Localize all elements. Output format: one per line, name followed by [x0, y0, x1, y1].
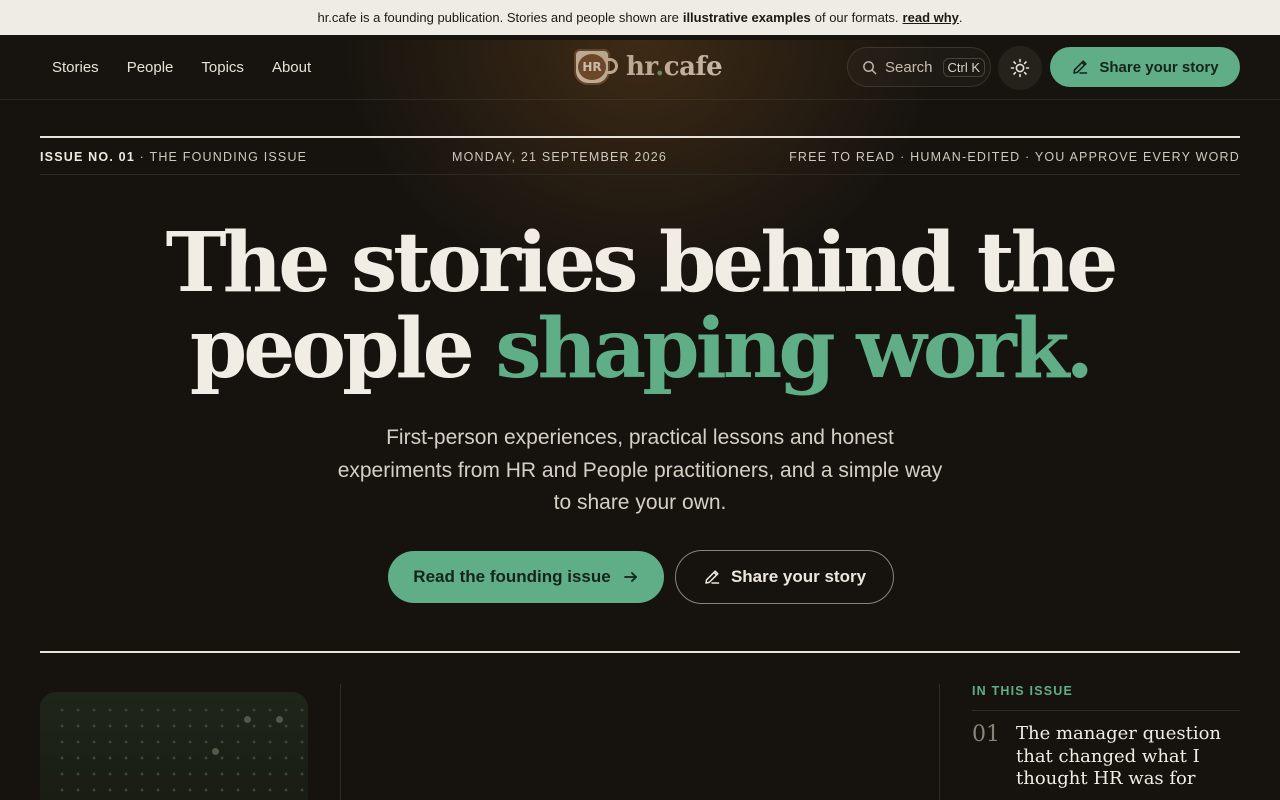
hero-headline-accent: shaping work.	[495, 301, 1094, 397]
logo-wordmark: hr.cafe	[626, 52, 723, 82]
featured-story-card[interactable]	[40, 692, 308, 800]
issue-tagline: FREE TO READ · HUMAN-EDITED · YOU APPROV…	[789, 150, 1240, 164]
announcement-text-end: of our formats.	[814, 10, 899, 25]
pattern-dot	[212, 748, 219, 755]
nav-links: Stories People Topics About	[52, 35, 311, 99]
in-this-issue-rule	[972, 710, 1240, 711]
issue-date: MONDAY, 21 SEPTEMBER 2026	[452, 150, 668, 164]
section-divider	[40, 651, 1240, 653]
announcement-emphasis: illustrative examples	[682, 10, 811, 25]
pattern-dot	[244, 716, 251, 723]
announcement-period: .	[958, 10, 963, 25]
share-story-label: Share your story	[1099, 58, 1219, 76]
hero-share-story-button[interactable]: Share your story	[675, 550, 894, 604]
issue-masthead: ISSUE NO. 01 · THE FOUNDING ISSUE MONDAY…	[40, 136, 1240, 175]
theme-toggle-button[interactable]	[998, 46, 1042, 90]
arrow-right-icon	[623, 572, 637, 582]
column-divider	[340, 684, 341, 800]
announcement-bar: hr.cafe is a founding publication. Stori…	[0, 0, 1280, 35]
issue-item-title[interactable]: The manager question that changed what I…	[1016, 723, 1236, 791]
column-divider	[939, 684, 940, 800]
nav-item-about[interactable]: About	[272, 59, 311, 76]
logo-mark: HR	[578, 54, 606, 80]
sun-icon	[1010, 58, 1030, 78]
share-story-button[interactable]: Share your story	[1050, 47, 1240, 87]
announcement-text: hr.cafe is a founding publication. Stori…	[317, 10, 679, 25]
dot-pattern	[54, 702, 308, 800]
read-why-link[interactable]: read why	[903, 10, 959, 25]
in-this-issue-heading: IN THIS ISSUE	[972, 684, 1074, 698]
nav-item-stories[interactable]: Stories	[52, 59, 99, 76]
hero-share-story-label: Share your story	[730, 567, 867, 586]
read-founding-issue-label: Read the founding issue	[413, 567, 611, 586]
pattern-dot	[276, 716, 283, 723]
search-shortcut: Ctrl K	[942, 57, 986, 77]
coffee-cup-icon: HR	[572, 47, 618, 87]
search-label: Search	[885, 58, 933, 76]
nav-item-people[interactable]: People	[127, 59, 174, 76]
search-button[interactable]: Search Ctrl K	[847, 47, 991, 87]
pencil-icon	[705, 570, 720, 584]
nav-item-topics[interactable]: Topics	[201, 59, 244, 76]
pencil-icon	[1073, 60, 1088, 74]
issue-item-number: 01	[972, 722, 1000, 747]
top-navigation: Stories People Topics About HR hr.cafe S…	[0, 35, 1280, 100]
hero-subtitle: First-person experiences, practical less…	[337, 426, 943, 514]
issue-number: ISSUE NO. 01 · THE FOUNDING ISSUE	[40, 150, 308, 164]
read-founding-issue-button[interactable]: Read the founding issue	[388, 551, 664, 603]
hero-headline: The stories behind the people shaping wo…	[165, 215, 1119, 397]
search-icon	[863, 60, 877, 74]
site-logo[interactable]: HR hr.cafe	[572, 47, 723, 87]
